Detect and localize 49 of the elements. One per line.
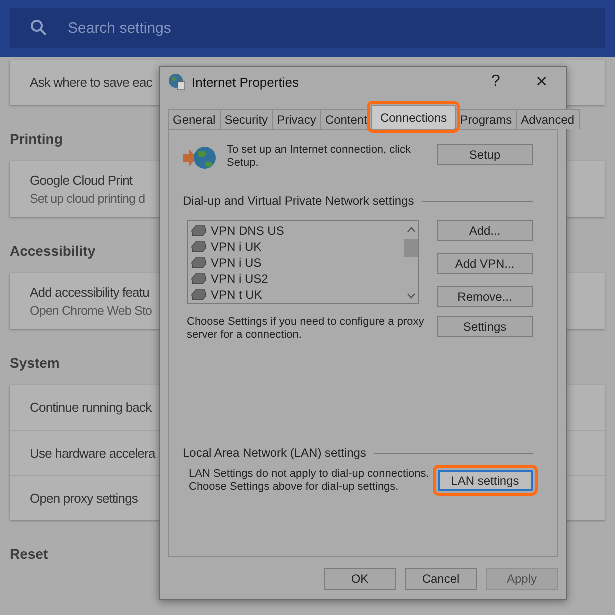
dialog-button[interactable]: Cancel: [405, 568, 477, 590]
search-icon: [30, 19, 48, 37]
dialog-button[interactable]: OK: [324, 568, 396, 590]
setting-title[interactable]: Continue running back: [30, 400, 152, 415]
connection-item[interactable]: VPN i US2: [191, 271, 401, 287]
setting-title[interactable]: Ask where to save eac: [30, 75, 152, 90]
connection-icon: [191, 225, 207, 237]
setup-text: To set up an Internet connection, click Setup.: [227, 144, 412, 170]
connection-item[interactable]: VPN i UK: [191, 239, 401, 255]
close-button[interactable]: ×: [522, 68, 562, 96]
connection-button[interactable]: Remove...: [437, 286, 533, 307]
tab[interactable]: Content: [320, 109, 372, 129]
section-heading: Printing: [10, 131, 63, 147]
lan-text: LAN Settings do not apply to dial-up connections. Choose Settings above for dial-up settings.: [189, 468, 430, 494]
connection-icon: [191, 289, 207, 301]
group-label: Local Area Network (LAN) settings: [183, 446, 366, 460]
group-label: Dial-up and Virtual Private Network settings: [183, 194, 414, 208]
tab[interactable]: Privacy: [272, 109, 322, 129]
setting-title[interactable]: Google Cloud Print: [30, 172, 133, 188]
connection-item[interactable]: VPN DNS US: [191, 223, 401, 239]
proxy-text: Choose Settings if you need to configure a proxy server for a connection.: [187, 316, 426, 342]
connection-button[interactable]: Add...: [437, 220, 533, 241]
connection-icon: [191, 273, 207, 285]
section-heading: Accessibility: [10, 243, 96, 259]
connection-item[interactable]: VPN t UK: [191, 287, 401, 303]
section-heading: System: [10, 355, 60, 371]
setup-button[interactable]: Setup: [437, 144, 533, 165]
settings-button[interactable]: Settings: [437, 316, 533, 337]
section-heading: Reset: [10, 546, 48, 562]
tab[interactable]: General: [168, 109, 221, 129]
help-button[interactable]: ?: [476, 68, 516, 96]
scrollbar-thumb[interactable]: [404, 239, 418, 257]
tab[interactable]: Security: [220, 109, 274, 129]
tab[interactable]: Programs: [455, 109, 518, 129]
setting-title[interactable]: Open proxy settings: [30, 490, 138, 506]
setting-title[interactable]: Use hardware accelera: [30, 446, 156, 460]
setting-title[interactable]: Add accessibility featu: [30, 284, 150, 300]
search-field[interactable]: Search settings: [66, 18, 370, 38]
window-title: Internet Properties: [192, 74, 299, 90]
tab[interactable]: Advanced: [516, 109, 580, 129]
setting-subtitle: Set up cloud printing d: [30, 192, 146, 206]
globe-icon: [168, 73, 186, 91]
connection-item[interactable]: VPN i US: [191, 255, 401, 271]
scroll-up-icon[interactable]: [406, 227, 416, 233]
scroll-down-icon[interactable]: [406, 293, 416, 299]
connection-icon: [191, 257, 207, 269]
connection-button[interactable]: Add VPN...: [437, 253, 533, 274]
connection-icon: [191, 241, 207, 253]
setting-subtitle: Open Chrome Web Sto: [30, 304, 152, 318]
